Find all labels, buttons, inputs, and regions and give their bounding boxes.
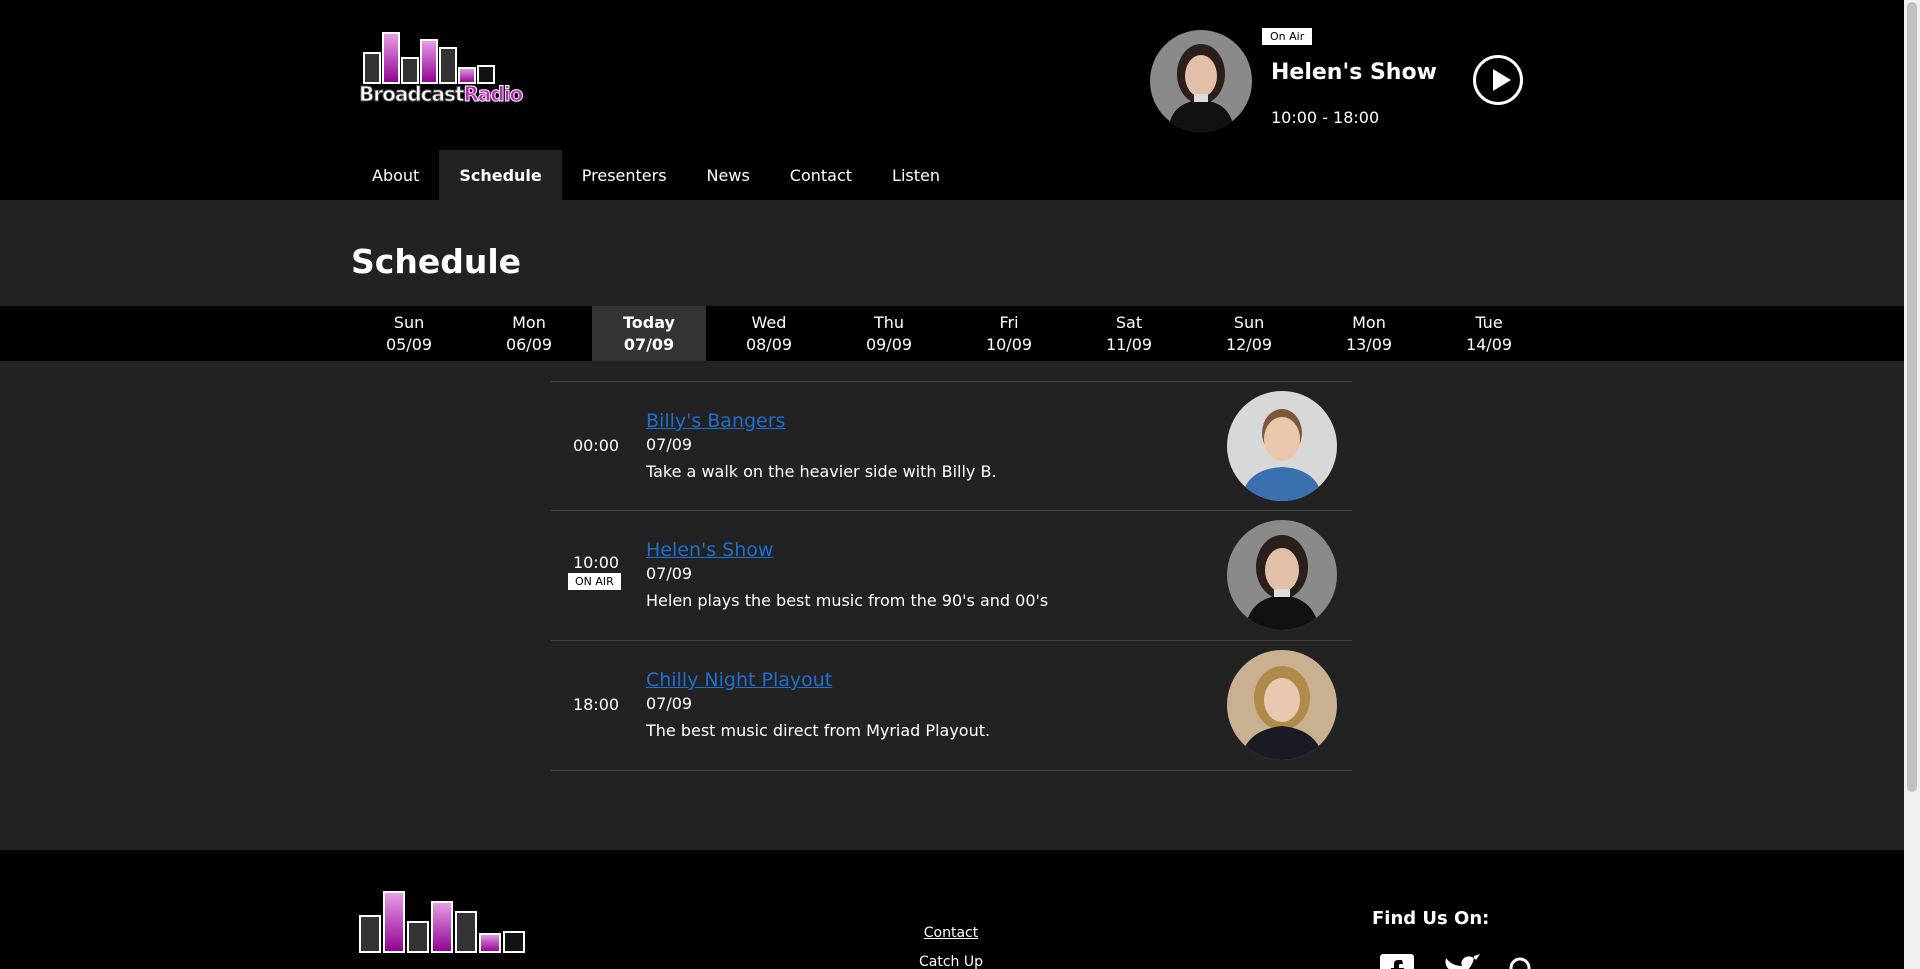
day-tab[interactable]: Sun 12/09 — [1192, 306, 1306, 361]
day-tab[interactable]: Tue 14/09 — [1432, 306, 1546, 361]
show-date: 07/09 — [646, 694, 693, 713]
show-title-link[interactable]: Chilly Night Playout — [646, 669, 832, 691]
show-time: 00:00 — [572, 436, 620, 455]
facebook-icon[interactable] — [1378, 952, 1418, 969]
show-time: 18:00 — [572, 695, 620, 714]
play-icon[interactable] — [1473, 55, 1523, 105]
show-title-link[interactable]: Billy's Bangers — [646, 410, 785, 432]
search-icon[interactable] — [1506, 952, 1546, 969]
footer-logo[interactable] — [354, 886, 538, 969]
main-nav: About Schedule Presenters News Contact L… — [352, 150, 960, 200]
site-header: BroadcastRadio About Schedule Presenters… — [0, 0, 1904, 200]
on-air-badge: ON AIR — [568, 573, 621, 590]
find-us-heading: Find Us On: — [1372, 908, 1490, 929]
show-description: Take a walk on the heavier side with Bil… — [646, 462, 997, 481]
presenter-avatar[interactable] — [1227, 650, 1337, 760]
presenter-avatar[interactable] — [1227, 520, 1337, 630]
day-tab[interactable]: Wed 08/09 — [712, 306, 826, 361]
schedule-row: 18:00 Chilly Night Playout 07/09 The bes… — [551, 641, 1352, 771]
day-tab[interactable]: Mon 13/09 — [1312, 306, 1426, 361]
site-footer: Contact Catch Up Find Us On: — [0, 850, 1904, 969]
day-selector: Sun 05/09 Mon 06/09 Today 07/09 Wed 08/09 Th… — [0, 306, 1904, 361]
nav-news[interactable]: News — [687, 150, 770, 200]
footer-catchup-link[interactable]: Catch Up — [891, 954, 1011, 969]
show-date: 07/09 — [646, 435, 693, 454]
schedule-list: 00:00 Billy's Bangers 07/09 Take a walk … — [551, 381, 1352, 771]
presenter-avatar[interactable] — [1227, 391, 1337, 501]
day-tab-today[interactable]: Today 07/09 — [592, 306, 706, 361]
nav-presenters[interactable]: Presenters — [562, 150, 687, 200]
now-playing-time: 10:00 - 18:00 — [1271, 108, 1380, 127]
broadcast-radio-logo[interactable]: BroadcastRadio — [358, 28, 524, 114]
show-time: 10:00 — [572, 553, 620, 572]
show-description: Helen plays the best music from the 90's… — [646, 591, 1049, 610]
nav-listen[interactable]: Listen — [872, 150, 960, 200]
scrollbar-thumb[interactable] — [1907, 2, 1917, 792]
now-playing-title: Helen's Show — [1271, 60, 1437, 85]
day-tab[interactable]: Fri 10/09 — [952, 306, 1066, 361]
page-title: Schedule — [351, 242, 522, 281]
day-tab[interactable]: Mon 06/09 — [472, 306, 586, 361]
show-description: The best music direct from Myriad Playou… — [646, 721, 991, 740]
nav-about[interactable]: About — [352, 150, 439, 200]
day-tab[interactable]: Sat 11/09 — [1072, 306, 1186, 361]
nav-schedule[interactable]: Schedule — [439, 150, 562, 200]
on-air-badge: On Air — [1262, 28, 1313, 45]
footer-contact-link[interactable]: Contact — [891, 925, 1011, 941]
page-scrollbar[interactable] — [1904, 0, 1920, 969]
show-title-link[interactable]: Helen's Show — [646, 539, 773, 561]
twitter-icon[interactable] — [1442, 952, 1482, 969]
main-content: Schedule Sun 05/09 Mon 06/09 Today 07/09 We… — [0, 200, 1904, 850]
nav-contact[interactable]: Contact — [770, 150, 872, 200]
schedule-row: 00:00 Billy's Bangers 07/09 Take a walk … — [551, 381, 1352, 511]
day-tab[interactable]: Sun 05/09 — [352, 306, 466, 361]
show-date: 07/09 — [646, 564, 693, 583]
now-playing-widget: On Air Helen's Show 10:00 - 18:00 — [1150, 28, 1530, 138]
logo-wordmark: BroadcastRadio — [358, 82, 523, 107]
day-tab[interactable]: Thu 09/09 — [832, 306, 946, 361]
schedule-row: 10:00 ON AIR Helen's Show 07/09 Helen pl… — [551, 511, 1352, 641]
presenter-avatar — [1150, 30, 1252, 132]
